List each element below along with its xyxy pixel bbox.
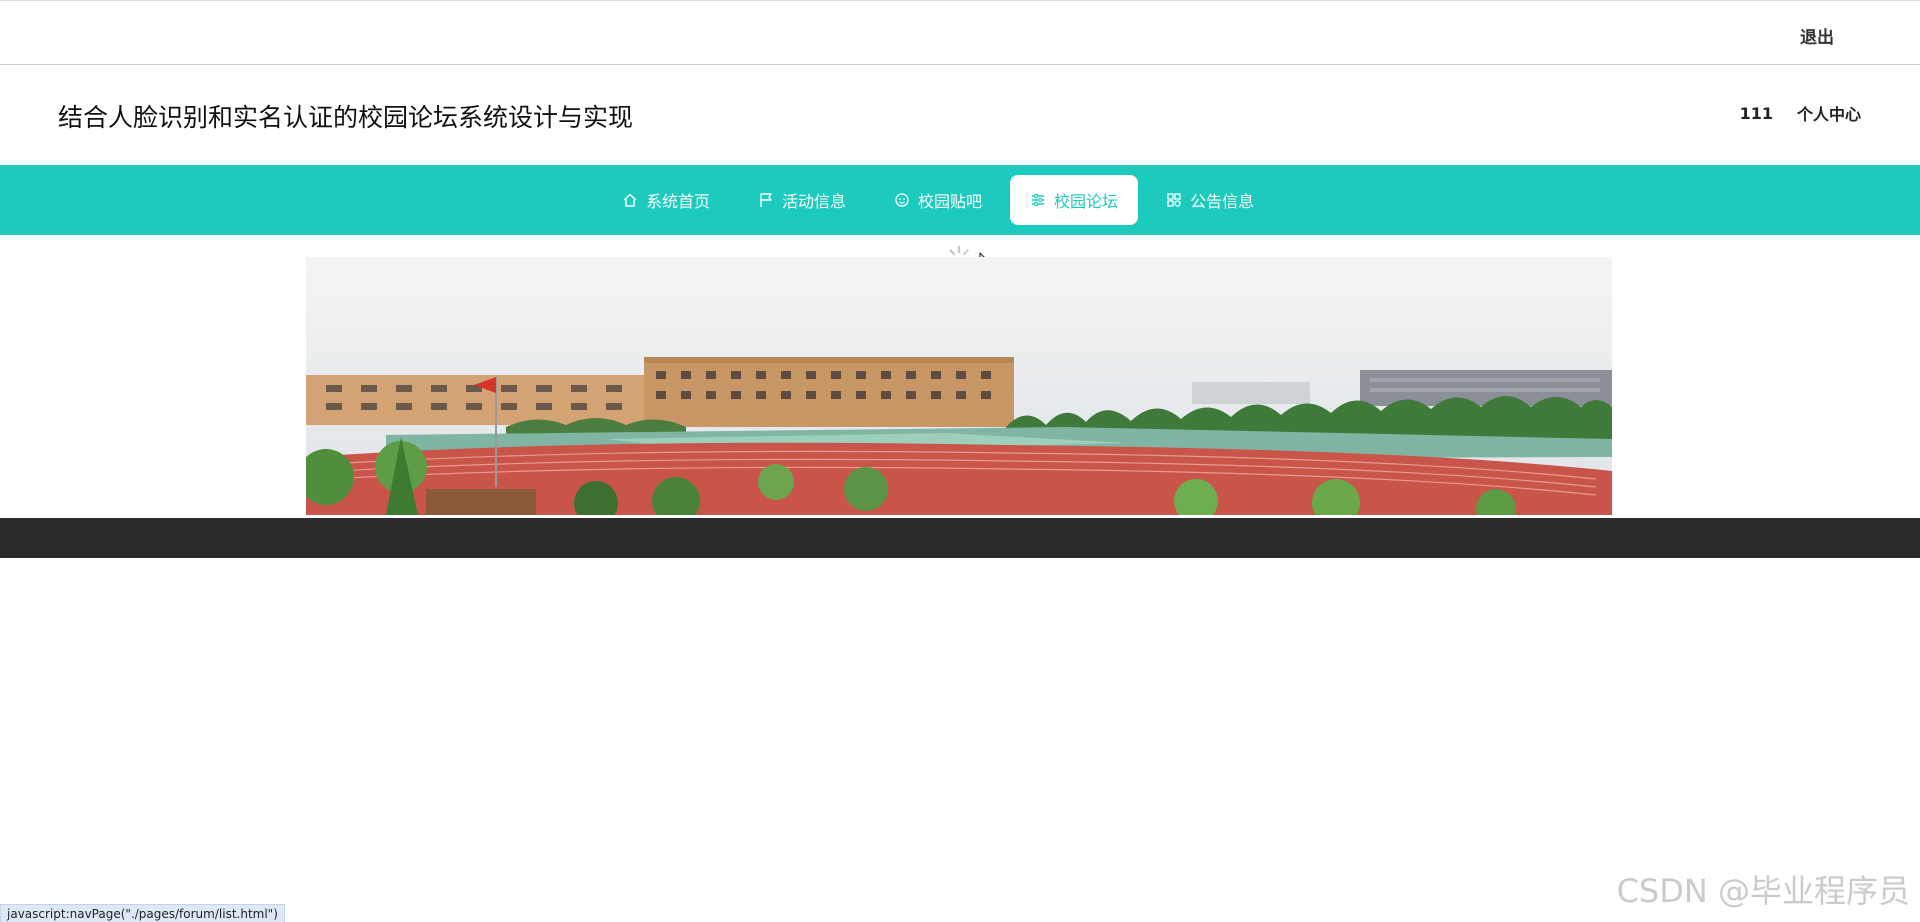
sliders-icon (1030, 192, 1046, 208)
nav-item-label: 公告信息 (1190, 192, 1255, 211)
user-area: 111 个人中心 (1740, 101, 1861, 125)
nav-items: 系统首页 活动信息 校园贴吧 校园论坛 公告信息 (602, 175, 1274, 225)
footer-strip (0, 518, 1920, 558)
nav-item-forum[interactable]: 校园论坛 (1010, 175, 1139, 225)
nav-item-label: 系统首页 (646, 192, 711, 211)
grid-icon (1166, 192, 1182, 208)
watermark: CSDN @毕业程序员 (1616, 872, 1910, 910)
page: 退出 结合人脸识别和实名认证的校园论坛系统设计与实现 111 个人中心 系统首页… (0, 0, 1920, 922)
header: 结合人脸识别和实名认证的校园论坛系统设计与实现 111 个人中心 (0, 65, 1920, 165)
main-nav: 系统首页 活动信息 校园贴吧 校园论坛 公告信息 (0, 165, 1920, 235)
status-bar-url: javascript:navPage("./pages/forum/list.h… (0, 904, 285, 922)
nav-item-home[interactable]: 系统首页 (602, 175, 730, 225)
nav-item-activities[interactable]: 活动信息 (738, 175, 866, 225)
logout-link[interactable]: 退出 (1800, 23, 1834, 48)
nav-item-label: 校园论坛 (1054, 192, 1119, 211)
home-icon (622, 192, 638, 208)
profile-link[interactable]: 个人中心 (1797, 101, 1861, 125)
face-icon (894, 192, 910, 208)
nav-item-label: 活动信息 (782, 192, 847, 211)
top-bar: 退出 (0, 0, 1920, 65)
banner-image (306, 257, 1612, 515)
nav-item-tieba[interactable]: 校园贴吧 (874, 175, 1002, 225)
nav-item-notices[interactable]: 公告信息 (1146, 175, 1274, 225)
flag-icon (758, 192, 774, 208)
username[interactable]: 111 (1740, 104, 1773, 123)
nav-item-label: 校园贴吧 (918, 192, 983, 211)
site-title: 结合人脸识别和实名认证的校园论坛系统设计与实现 (58, 103, 634, 132)
